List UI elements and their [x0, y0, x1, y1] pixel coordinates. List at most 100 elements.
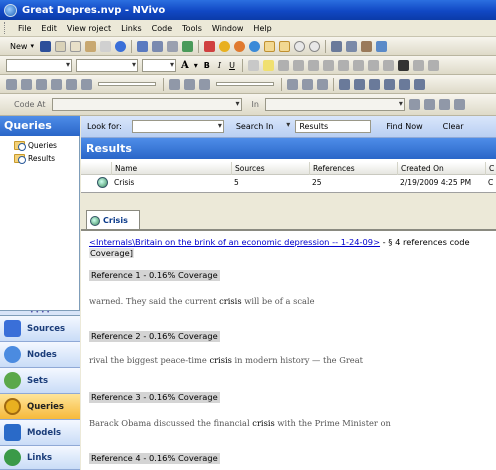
style-combo[interactable] — [6, 58, 72, 72]
nav-sets[interactable]: Sets — [0, 368, 80, 394]
source-link[interactable]: <Internals\Britain on the brink of an ec… — [89, 237, 380, 247]
mark-end-icon[interactable] — [184, 78, 195, 90]
insert-row-icon[interactable] — [287, 78, 298, 90]
nav-sources[interactable]: Sources — [0, 316, 80, 342]
italic-icon[interactable]: I — [218, 61, 221, 70]
numbering-icon[interactable] — [352, 59, 364, 71]
menu-window[interactable]: Window — [207, 24, 249, 33]
split-icon[interactable] — [414, 78, 425, 90]
highlight-icon[interactable] — [262, 59, 274, 71]
outline-icon[interactable] — [151, 40, 163, 52]
code-icon[interactable] — [408, 99, 420, 110]
outdent-icon[interactable] — [382, 59, 394, 71]
select-all-icon[interactable] — [427, 59, 439, 71]
bullets-icon[interactable] — [337, 59, 349, 71]
menu-links[interactable]: Links — [116, 24, 147, 33]
undo-icon[interactable] — [114, 40, 126, 52]
skip-back-icon[interactable] — [51, 78, 62, 90]
copy-icon[interactable] — [69, 40, 81, 52]
merge-icon[interactable] — [399, 78, 410, 90]
print-icon[interactable] — [375, 40, 387, 52]
nav-nodes[interactable]: Nodes — [0, 342, 80, 368]
volume-slider[interactable] — [216, 82, 274, 86]
tree-item-queries[interactable]: Queries — [14, 139, 57, 151]
mark-start-icon[interactable] — [169, 78, 180, 90]
sort-icon[interactable] — [345, 40, 357, 52]
globe-icon[interactable] — [248, 40, 260, 52]
link-icon[interactable] — [181, 40, 193, 52]
tab-crisis[interactable]: Crisis — [86, 210, 140, 230]
format-painter-icon[interactable] — [99, 40, 111, 52]
new-dropdown-icon[interactable]: ▾ — [30, 42, 34, 50]
coding-options-icon[interactable] — [453, 99, 465, 110]
nav-links[interactable]: Links — [0, 446, 80, 470]
play-mode-icon[interactable] — [317, 78, 328, 90]
underline-icon[interactable]: U — [229, 61, 235, 70]
code-at-combo[interactable] — [51, 98, 242, 111]
col-header-created-on[interactable]: Created On — [397, 162, 485, 175]
list-view-icon[interactable] — [136, 40, 148, 52]
collapse-icon[interactable] — [166, 40, 178, 52]
rewind-icon[interactable] — [36, 78, 47, 90]
skip-forward-icon[interactable] — [66, 78, 77, 90]
menu-tools[interactable]: Tools — [177, 24, 207, 33]
model-icon[interactable] — [218, 40, 230, 52]
find-icon[interactable] — [293, 40, 305, 52]
save-icon[interactable] — [39, 40, 51, 52]
nav-queries[interactable]: Queries — [0, 394, 80, 420]
cut-icon[interactable] — [54, 40, 66, 52]
align-center-icon[interactable] — [292, 59, 304, 71]
table-icon[interactable] — [354, 78, 365, 90]
tree-item-results[interactable]: Results — [14, 152, 55, 164]
delete-row-icon[interactable] — [302, 78, 313, 90]
detail-view-icon[interactable] — [263, 40, 275, 52]
search-in-value[interactable]: Results — [295, 120, 372, 133]
font-color-icon[interactable]: A — [181, 60, 189, 71]
align-left-icon[interactable] — [277, 59, 289, 71]
menu-edit[interactable]: Edit — [36, 24, 62, 33]
code-in-vivo-icon[interactable] — [438, 99, 450, 110]
filter-icon[interactable] — [330, 40, 342, 52]
volume-down-icon[interactable] — [199, 78, 210, 90]
new-button[interactable]: New — [10, 42, 27, 51]
grid-icon[interactable] — [339, 78, 350, 90]
paste-icon[interactable] — [84, 40, 96, 52]
nav-models[interactable]: Models — [0, 420, 80, 446]
size-combo[interactable] — [142, 58, 176, 72]
indent-icon[interactable] — [367, 59, 379, 71]
query-icon[interactable] — [233, 40, 245, 52]
menu-view-project[interactable]: View roject — [62, 24, 116, 33]
menu-code[interactable]: Code — [147, 24, 177, 33]
replace-icon[interactable] — [412, 59, 424, 71]
col-header-references[interactable]: References — [309, 162, 397, 175]
properties-icon[interactable] — [360, 40, 372, 52]
volume-icon[interactable] — [81, 78, 92, 90]
clear-button[interactable]: Clear — [443, 122, 464, 131]
col-header-name[interactable]: Name — [111, 162, 203, 175]
col-header-sources[interactable]: Sources — [231, 162, 307, 175]
uncode-icon[interactable] — [423, 99, 435, 110]
chart-icon[interactable] — [203, 40, 215, 52]
play-icon[interactable] — [6, 78, 17, 90]
in-combo[interactable] — [264, 98, 405, 111]
justify-icon[interactable] — [322, 59, 334, 71]
coding-stripes-icon[interactable] — [278, 40, 290, 52]
search-in-dropdown-icon[interactable] — [281, 120, 291, 133]
columns-icon[interactable] — [369, 78, 380, 90]
stop-icon[interactable] — [21, 78, 32, 90]
binoculars-icon[interactable] — [397, 59, 409, 71]
font-combo[interactable] — [76, 58, 138, 72]
look-for-input[interactable] — [131, 120, 224, 133]
line-color-icon[interactable] — [247, 59, 259, 71]
playback-slider[interactable] — [98, 82, 156, 86]
rows-icon[interactable] — [384, 78, 395, 90]
align-right-icon[interactable] — [307, 59, 319, 71]
advanced-find-icon[interactable] — [308, 40, 320, 52]
table-row[interactable]: Crisis 5 25 2/19/2009 4:25 PM C — [81, 176, 496, 189]
bold-icon[interactable]: B — [204, 61, 210, 70]
col-header-c[interactable]: C — [485, 162, 496, 175]
menu-file[interactable]: File — [13, 24, 36, 33]
find-now-button[interactable]: Find Now — [386, 122, 422, 131]
font-color-dropdown-icon[interactable]: ▾ — [194, 61, 198, 70]
menu-help[interactable]: Help — [248, 24, 276, 33]
